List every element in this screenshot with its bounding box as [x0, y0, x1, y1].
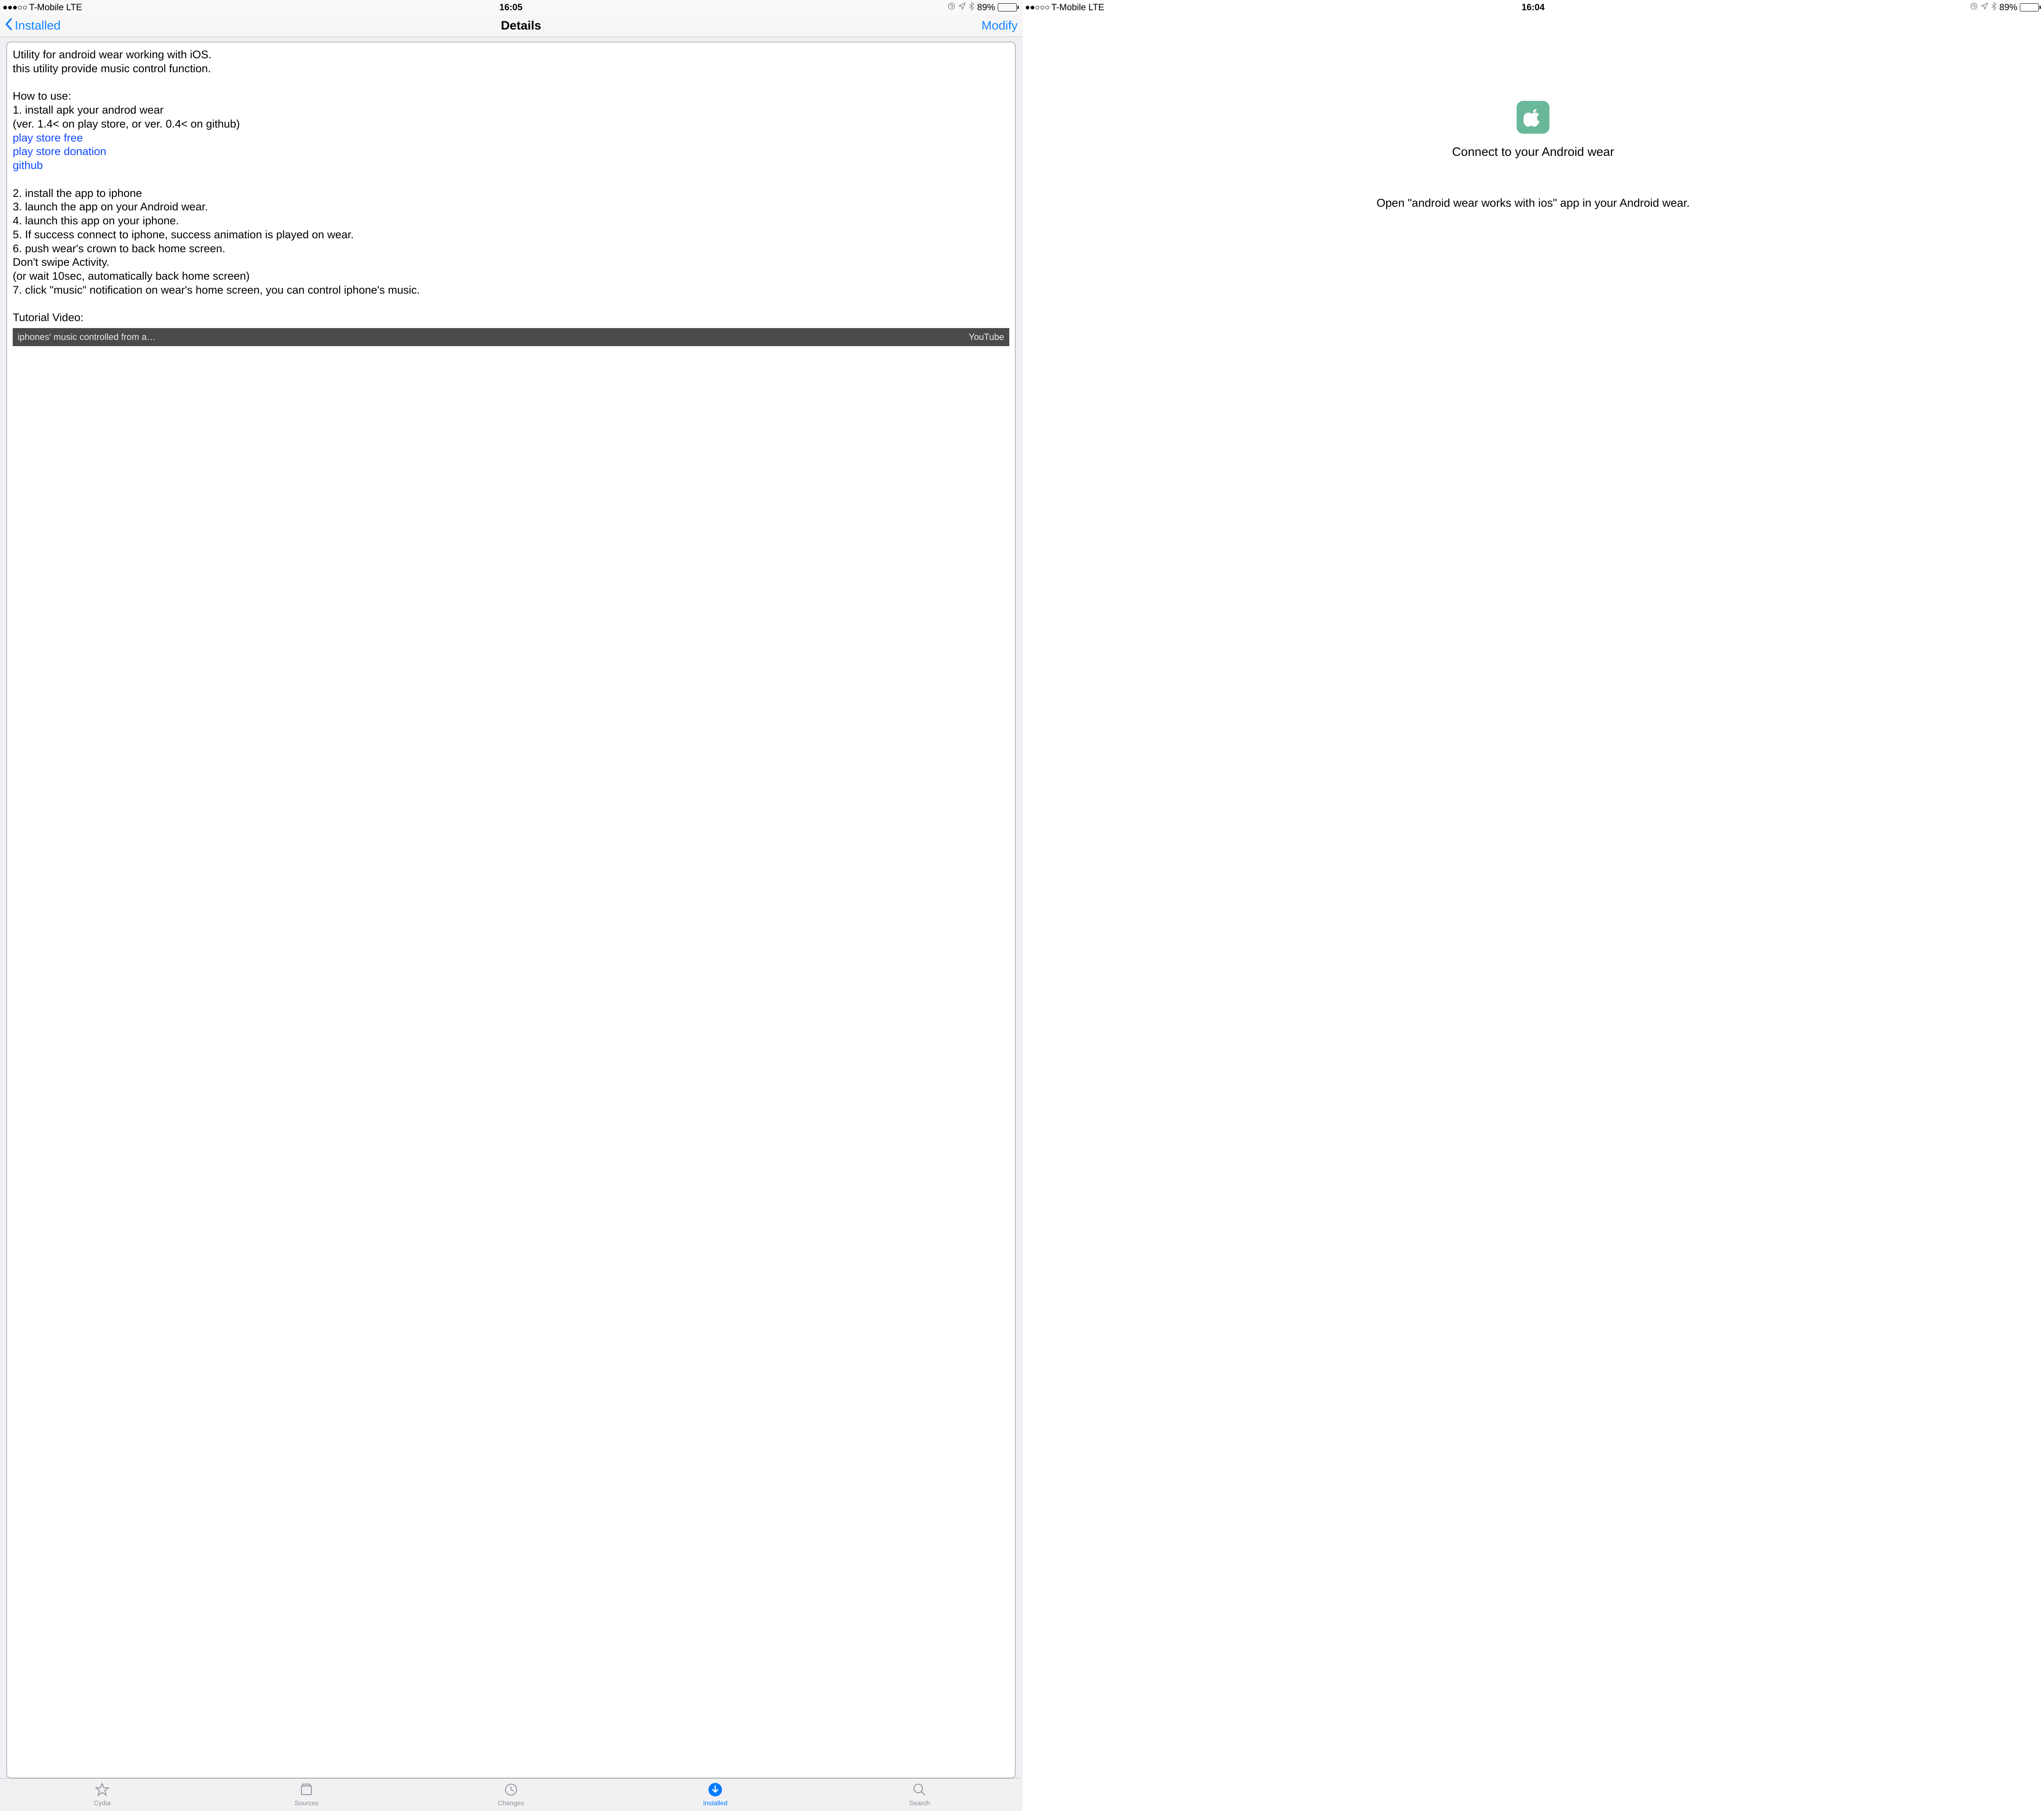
status-left: T-Mobile LTE	[3, 2, 500, 13]
step-3: 3. launch the app on your Android wear.	[13, 201, 208, 213]
modify-button[interactable]: Modify	[981, 19, 1017, 33]
connect-instructions: Open "android wear works with ios" app i…	[1364, 194, 1702, 212]
location-icon	[958, 2, 966, 13]
carrier-label: T-Mobile	[1052, 2, 1086, 13]
step-1b: (ver. 1.4< on play store, or ver. 0.4< o…	[13, 118, 240, 130]
status-right: 89%	[1544, 2, 2041, 13]
bluetooth-icon	[969, 2, 974, 13]
content-area: Utility for android wear working with iO…	[0, 37, 1022, 1778]
tab-label: Installed	[703, 1800, 728, 1807]
status-bar: T-Mobile LTE 16:04 89%	[1022, 0, 2044, 15]
chevron-left-icon	[4, 18, 14, 34]
link-play-store-donation[interactable]: play store donation	[13, 145, 106, 157]
bluetooth-icon	[1991, 2, 1997, 13]
connect-title: Connect to your Android wear	[1452, 145, 1614, 159]
tab-label: Search	[909, 1800, 930, 1807]
link-github[interactable]: github	[13, 159, 43, 171]
apple-logo-icon	[1524, 108, 1542, 127]
step-6c: (or wait 10sec, automatically back home …	[13, 270, 250, 282]
video-embed[interactable]: iphones' music controlled from a… YouTub…	[13, 328, 1009, 346]
battery-pct: 89%	[977, 2, 995, 13]
screenshot-right-app-connect: T-Mobile LTE 16:04 89% C	[1022, 0, 2044, 1811]
video-source: YouTube	[969, 332, 1004, 342]
download-icon	[708, 1782, 723, 1799]
step-4: 4. launch this app on your iphone.	[13, 214, 179, 227]
clock: 16:04	[1522, 2, 1544, 13]
tab-cydia[interactable]: Cydia	[0, 1779, 204, 1811]
search-icon	[912, 1782, 927, 1799]
battery-icon	[2020, 3, 2041, 11]
intro-line-1: Utility for android wear working with iO…	[13, 48, 212, 61]
step-6b: Don't swipe Activity.	[13, 256, 110, 268]
tab-installed[interactable]: Installed	[613, 1779, 817, 1811]
screenshot-left-cydia-details: T-Mobile LTE 16:05 89% I	[0, 0, 1022, 1811]
signal-dots	[1026, 6, 1049, 9]
step-7: 7. click "music" notification on wear's …	[13, 284, 420, 296]
step-1a: 1. install apk your androd wear	[13, 104, 164, 116]
status-left: T-Mobile LTE	[1026, 2, 1522, 13]
clock: 16:05	[500, 2, 522, 13]
carrier-label: T-Mobile	[29, 2, 64, 13]
step-6: 6. push wear's crown to back home screen…	[13, 242, 225, 255]
tab-bar: Cydia Sources Changes Installed Search	[0, 1778, 1022, 1811]
network-label: LTE	[66, 2, 82, 13]
tab-changes[interactable]: Changes	[409, 1779, 613, 1811]
folder-icon	[299, 1782, 314, 1799]
battery-pct: 89%	[1999, 2, 2017, 13]
tab-search[interactable]: Search	[817, 1779, 1022, 1811]
network-label: LTE	[1088, 2, 1104, 13]
app-icon	[1517, 101, 1549, 134]
status-bar: T-Mobile LTE 16:05 89%	[0, 0, 1022, 15]
tab-label: Sources	[294, 1800, 319, 1807]
tab-label: Changes	[498, 1800, 524, 1807]
location-icon	[1980, 2, 1989, 13]
star-icon	[95, 1782, 110, 1799]
signal-dots	[3, 6, 27, 9]
description-card[interactable]: Utility for android wear working with iO…	[7, 42, 1015, 1778]
tutorial-label: Tutorial Video:	[13, 311, 84, 324]
back-label: Installed	[15, 19, 61, 33]
link-play-store-free[interactable]: play store free	[13, 132, 83, 144]
navigation-bar: Installed Details Modify	[0, 15, 1022, 37]
rotation-lock-icon	[947, 2, 956, 13]
intro-line-2: this utility provide music control funct…	[13, 62, 211, 75]
page-title: Details	[501, 19, 541, 33]
tab-label: Cydia	[94, 1800, 111, 1807]
status-right: 89%	[522, 2, 1019, 13]
step-5: 5. If success connect to iphone, success…	[13, 228, 354, 241]
battery-icon	[998, 3, 1019, 11]
content-area: Connect to your Android wear Open "andro…	[1022, 15, 2044, 1811]
howto-label: How to use:	[13, 90, 71, 102]
back-button[interactable]: Installed	[4, 18, 61, 34]
tab-sources[interactable]: Sources	[204, 1779, 408, 1811]
video-title: iphones' music controlled from a…	[18, 332, 156, 342]
clock-icon	[504, 1782, 518, 1799]
rotation-lock-icon	[1970, 2, 1978, 13]
step-2: 2. install the app to iphone	[13, 187, 142, 199]
